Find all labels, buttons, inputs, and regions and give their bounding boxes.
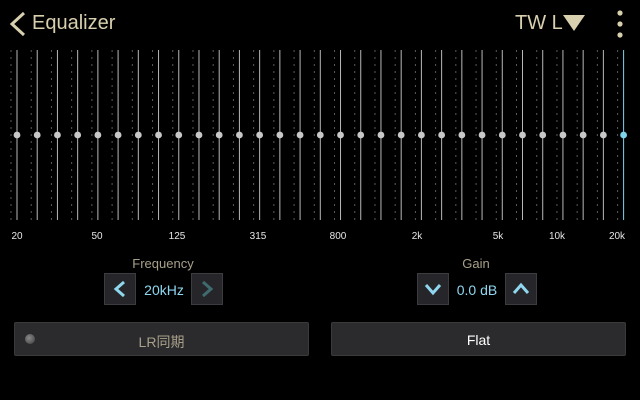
eq-band-25[interactable] [495,50,506,220]
eq-slider-knob[interactable] [175,131,183,139]
gain-increase-button[interactable] [505,273,537,305]
eq-band-6[interactable] [111,50,122,220]
equalizer-sliders[interactable] [8,44,632,224]
frequency-tick-label: 50 [91,231,103,242]
eq-slider-knob[interactable] [397,131,405,139]
eq-band-17[interactable] [334,50,344,220]
frequency-decrease-button[interactable] [104,273,136,305]
eq-slider-knob[interactable] [134,131,142,139]
eq-band-26[interactable] [516,50,526,220]
gain-value: 0.0 dB [456,282,498,298]
frequency-tick-label: 20k [608,231,626,242]
eq-band-1[interactable] [10,50,21,220]
eq-slider-knob[interactable] [418,131,425,139]
eq-band-20[interactable] [394,50,405,220]
eq-band-14[interactable] [273,50,284,220]
eq-slider-knob[interactable] [579,131,587,139]
frequency-increase-button[interactable] [191,273,223,305]
gain-label: Gain [462,256,490,271]
eq-band-2[interactable] [30,50,41,220]
eq-band-15[interactable] [293,50,304,220]
chevron-left-icon [113,280,125,298]
eq-band-13[interactable] [253,50,264,220]
eq-slider-knob[interactable] [458,131,466,139]
frequency-tick-label: 800 [329,231,347,242]
eq-slider-knob[interactable] [296,131,304,139]
eq-band-31[interactable] [617,50,627,220]
back-chevron-icon[interactable] [6,10,32,38]
eq-slider-knob[interactable] [316,131,324,139]
eq-slider-knob[interactable] [155,131,162,139]
eq-slider-knob[interactable] [236,131,243,139]
eq-slider-knob[interactable] [559,131,567,139]
frequency-label: Frequency [132,256,194,271]
eq-band-5[interactable] [91,50,102,220]
flat-label: Flat [466,332,491,348]
frequency-tick-label: 125 [168,231,186,242]
eq-slider-knob[interactable] [13,131,21,139]
frequency-axis-labels: 20 50 125 315 800 2k 5k 10k 20k [0,231,640,247]
eq-band-28[interactable] [556,50,567,220]
eq-slider-knob[interactable] [620,131,627,139]
eq-band-29[interactable] [576,50,587,220]
frequency-tick-label: 5k [492,231,504,242]
eq-slider-knob[interactable] [519,131,526,139]
eq-slider-knob[interactable] [377,131,385,139]
chevron-right-icon [202,280,214,298]
eq-band-23[interactable] [455,50,466,220]
frequency-tick-label: 315 [249,231,267,242]
eq-slider-knob[interactable] [33,131,41,139]
eq-slider-knob[interactable] [256,131,264,139]
frequency-tick-label: 2k [411,231,423,242]
chevron-down-icon [424,284,442,296]
eq-band-10[interactable] [192,50,203,220]
eq-band-8[interactable] [152,50,162,220]
eq-band-22[interactable] [435,50,446,220]
eq-slider-knob[interactable] [599,131,607,139]
lr-sync-toggle[interactable]: LR同期 [14,322,309,356]
overflow-menu-icon[interactable] [613,8,627,40]
lr-sync-label: LR同期 [138,334,185,350]
eq-slider-knob[interactable] [215,131,223,139]
eq-band-18[interactable] [354,50,365,220]
eq-band-30[interactable] [596,50,607,220]
gain-decrease-button[interactable] [417,273,449,305]
chevron-up-icon [512,282,530,294]
eq-band-21[interactable] [414,50,425,220]
eq-slider-knob[interactable] [54,131,61,139]
eq-band-4[interactable] [71,50,82,220]
eq-band-7[interactable] [131,50,142,220]
eq-band-3[interactable] [50,50,61,220]
eq-slider-knob[interactable] [498,131,506,139]
app-header: Equalizer TW L [0,0,640,48]
eq-slider-knob[interactable] [74,131,82,139]
eq-slider-knob[interactable] [539,131,547,139]
eq-slider-knob[interactable] [195,131,203,139]
preset-dropdown-icon[interactable] [563,15,585,31]
eq-band-24[interactable] [475,50,486,220]
eq-band-12[interactable] [232,50,243,220]
eq-band-16[interactable] [313,50,324,220]
eq-slider-knob[interactable] [94,131,102,139]
eq-band-19[interactable] [374,50,385,220]
eq-slider-knob[interactable] [114,131,122,139]
frequency-value: 20kHz [144,282,184,298]
eq-band-9[interactable] [172,50,183,220]
frequency-tick-label: 20 [11,231,23,242]
eq-slider-knob[interactable] [438,131,446,139]
preset-selector-label[interactable]: TW L [515,12,563,35]
eq-band-11[interactable] [212,50,223,220]
eq-slider-knob[interactable] [276,131,284,139]
eq-slider-knob[interactable] [478,131,486,139]
flat-button[interactable]: Flat [331,322,626,356]
page-title: Equalizer [32,12,116,34]
frequency-tick-label: 10k [548,231,566,242]
eq-slider-knob[interactable] [337,131,344,139]
eq-slider-knob[interactable] [357,131,365,139]
eq-band-27[interactable] [536,50,547,220]
